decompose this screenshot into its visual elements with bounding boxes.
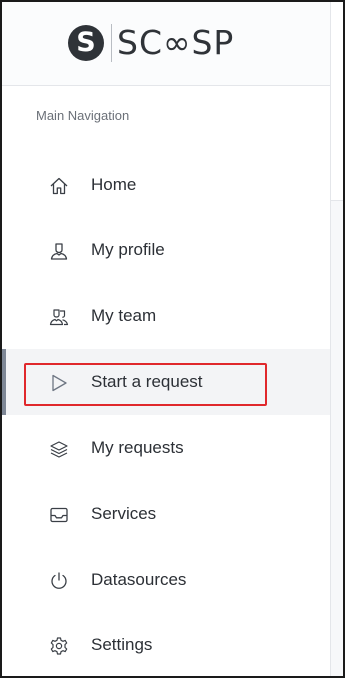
section-label-main-navigation: Main Navigation bbox=[36, 108, 130, 123]
sidebar-item-datasources[interactable]: Datasources bbox=[2, 547, 330, 613]
gear-icon bbox=[49, 636, 69, 656]
logo-mark: S bbox=[68, 25, 104, 61]
sidebar-item-label: My team bbox=[91, 306, 157, 325]
sidebar-item-label: Settings bbox=[91, 635, 153, 654]
home-icon bbox=[49, 176, 69, 196]
main-header-edge bbox=[331, 2, 343, 201]
user-icon bbox=[49, 241, 69, 261]
sidebar-item-label: Datasources bbox=[91, 570, 187, 589]
sidebar-item-settings[interactable]: Settings bbox=[2, 612, 330, 676]
inbox-icon bbox=[49, 505, 69, 525]
sidebar-item-label: Services bbox=[91, 504, 157, 523]
logo-bar: S SC∞SP bbox=[2, 2, 330, 86]
sidebar-item-home[interactable]: Home bbox=[2, 152, 330, 218]
logo-divider bbox=[111, 24, 112, 62]
logo-text: SC∞SP bbox=[117, 23, 235, 62]
power-icon bbox=[49, 571, 69, 591]
main-content-edge bbox=[330, 2, 343, 676]
layers-icon bbox=[49, 439, 69, 459]
sidebar-item-my-profile[interactable]: My profile bbox=[2, 217, 330, 283]
sidebar-item-services[interactable]: Services bbox=[2, 481, 330, 547]
sidebar-item-my-requests[interactable]: My requests bbox=[2, 415, 330, 481]
app-window: S SC∞SP Main Navigation Home My profile … bbox=[0, 0, 345, 678]
sidebar-item-label: My requests bbox=[91, 438, 184, 457]
sidebar-item-label: Home bbox=[91, 175, 137, 194]
highlight-annotation bbox=[24, 363, 267, 406]
sidebar: S SC∞SP Main Navigation Home My profile … bbox=[2, 2, 330, 676]
users-icon bbox=[49, 307, 69, 327]
sidebar-item-label: My profile bbox=[91, 240, 165, 259]
sidebar-item-my-team[interactable]: My team bbox=[2, 283, 330, 349]
